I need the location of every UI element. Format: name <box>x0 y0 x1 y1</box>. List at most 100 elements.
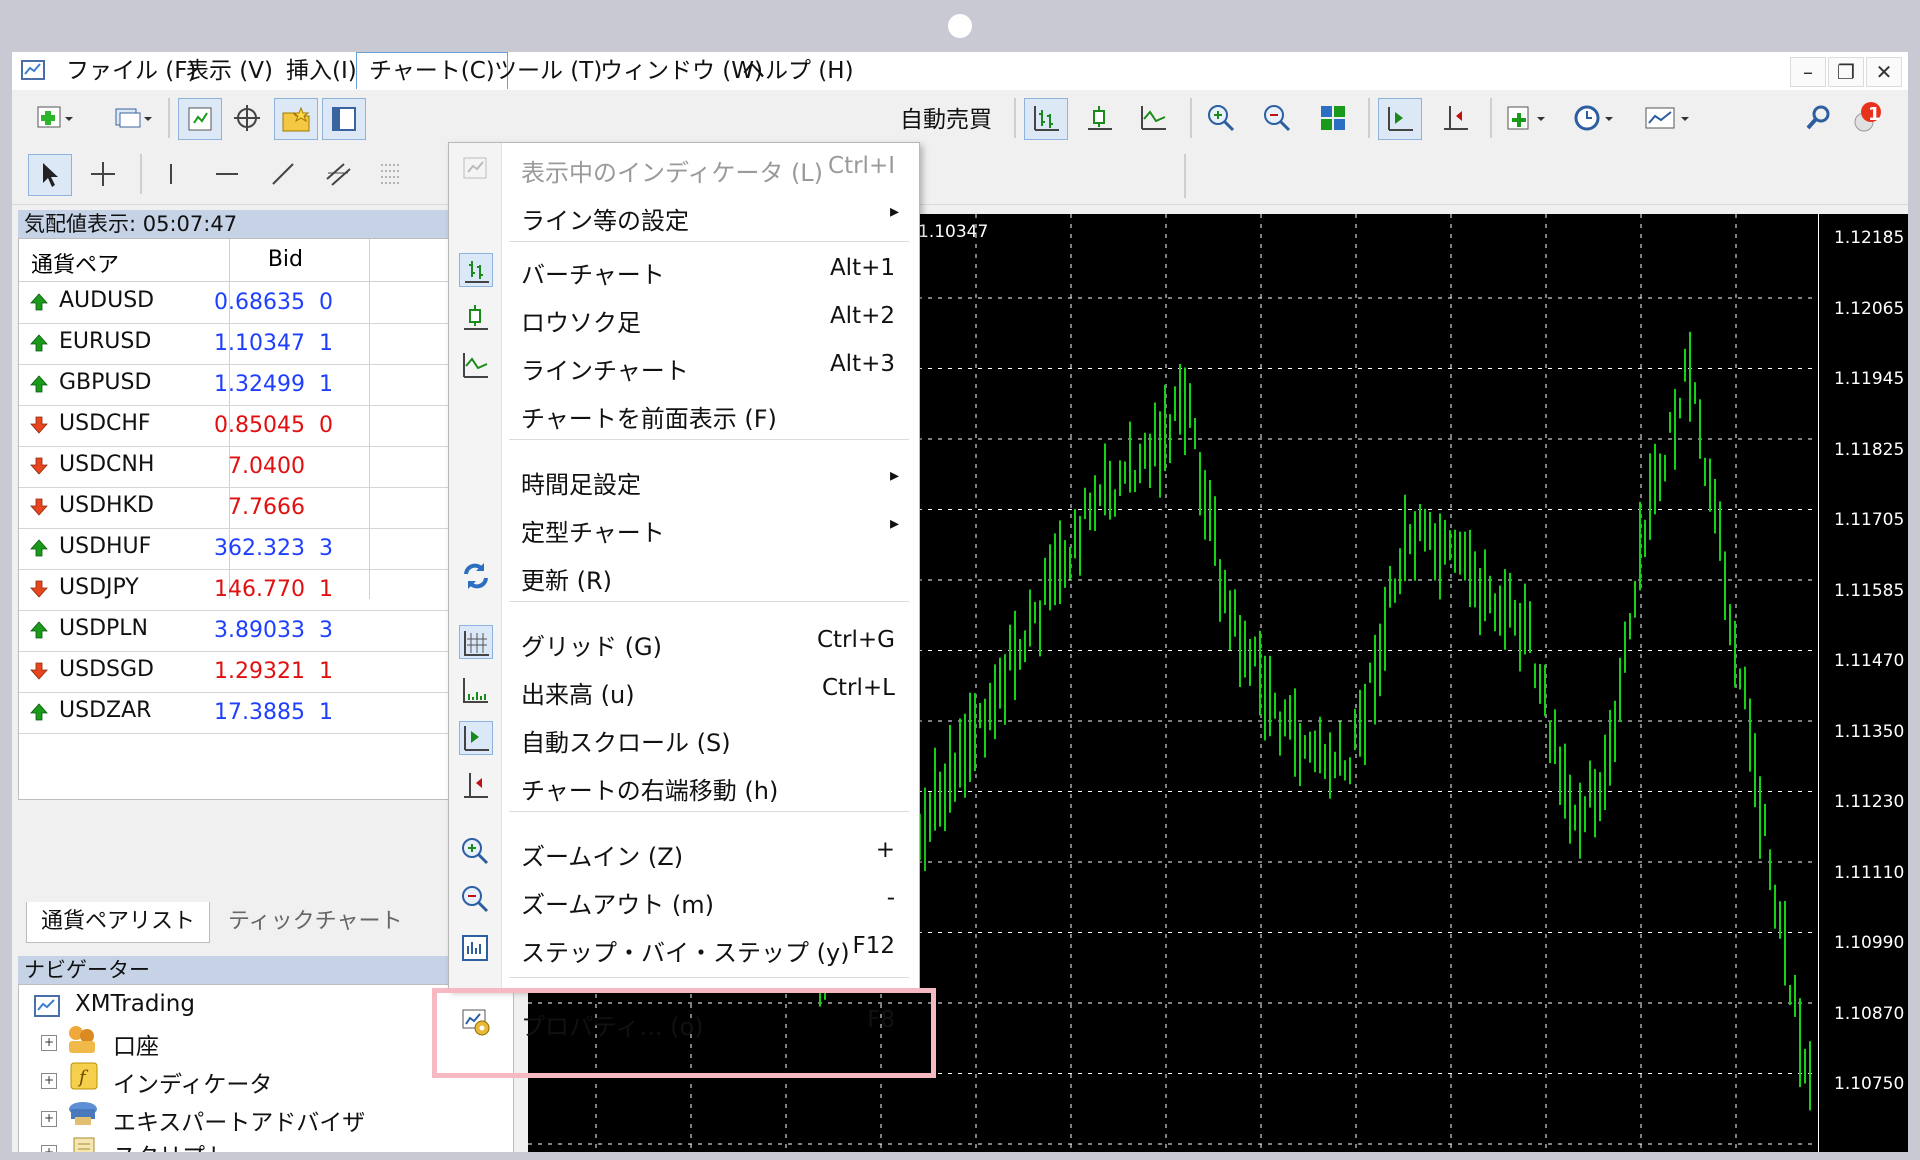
volume-icon <box>459 673 491 705</box>
toolbar-separator <box>1184 154 1186 198</box>
chart-shift-button[interactable] <box>1434 98 1476 138</box>
cursor-button[interactable] <box>28 154 72 196</box>
table-row[interactable]: USDJPY 146.770 1 <box>19 569 449 611</box>
restore-button[interactable]: ❐ <box>1828 57 1864 87</box>
navigator-toggle[interactable] <box>274 98 318 140</box>
table-row[interactable]: USDSGD 1.29321 1 <box>19 651 449 693</box>
horizontal-line-icon <box>216 173 238 175</box>
horizontal-line-button[interactable] <box>206 154 248 194</box>
nav-root-xmtrading[interactable]: XMTrading <box>75 991 195 1017</box>
menu-item-volumes[interactable]: 出来高 (u) Ctrl+L <box>449 667 919 713</box>
notifications-button[interactable]: 1 <box>1846 98 1888 138</box>
terminal-toggle[interactable] <box>322 98 366 140</box>
clock-icon <box>1574 105 1613 131</box>
expand-icon[interactable]: + <box>41 1145 57 1152</box>
expand-icon[interactable]: + <box>41 1035 57 1051</box>
refresh-icon <box>459 559 491 591</box>
submenu-arrow-icon: ▸ <box>889 201 899 222</box>
auto-trading-button[interactable]: 自動売買 <box>900 100 992 134</box>
nav-item-expert-advisors[interactable]: エキスパートアドバイザ <box>113 1103 365 1137</box>
close-button[interactable]: ✕ <box>1866 57 1902 87</box>
bar-chart-button[interactable] <box>1024 98 1068 140</box>
candle-chart-button[interactable] <box>1078 98 1120 138</box>
table-row[interactable]: USDHUF 362.323 3 <box>19 528 449 570</box>
col-symbol-header[interactable]: 通貨ペア <box>31 247 119 279</box>
expand-icon[interactable]: + <box>41 1073 57 1089</box>
scripts-icon <box>73 1137 95 1152</box>
tile-windows-button[interactable] <box>1312 98 1354 138</box>
market-watch-title: 気配値表示: 05:07:47 <box>18 210 448 238</box>
menu-item-foreground[interactable]: チャートを前面表示 (F) <box>449 391 919 437</box>
table-row[interactable]: EURUSD 1.10347 1 <box>19 323 449 365</box>
chart-menu-dropdown: 表示中のインディケータ (L) Ctrl+I ライン等の設定 ▸ バーチャート Alt+1… <box>448 142 920 1041</box>
table-row[interactable]: AUDUSD 0.68635 0 <box>19 282 449 324</box>
menu-item-label: ズームイン (Z) <box>521 843 684 871</box>
nav-item-indicators[interactable]: インディケータ <box>113 1065 272 1099</box>
table-row[interactable]: USDCHF 0.85045 0 <box>19 405 449 447</box>
fibonacci-icon <box>381 164 401 184</box>
menu-item-refresh[interactable]: 更新 (R) <box>449 553 919 599</box>
nav-item-accounts[interactable]: 口座 <box>113 1027 159 1061</box>
expand-icon[interactable]: + <box>41 1111 57 1127</box>
toolbar-separator <box>1490 98 1492 138</box>
trendline-button[interactable] <box>262 154 304 194</box>
menu-item-bar-chart[interactable]: バーチャート Alt+1 <box>449 247 919 293</box>
table-row[interactable]: USDHKD 7.7666 <box>19 487 449 529</box>
menu-item-shortcut: Ctrl+G <box>816 627 895 653</box>
menu-help[interactable]: ヘルプ (H) <box>730 52 866 90</box>
menu-item-label: ズームアウト (m) <box>521 891 715 919</box>
menu-item-label: チャートの右端移動 (h) <box>521 777 779 805</box>
new-chart-button[interactable] <box>30 98 80 138</box>
minimize-button[interactable]: – <box>1790 57 1826 87</box>
menu-item-candlesticks[interactable]: ロウソク足 Alt+2 <box>449 295 919 341</box>
menu-item-chart-shift[interactable]: チャートの右端移動 (h) <box>449 763 919 809</box>
menu-item-periodicity[interactable]: 時間足設定 ▸ <box>449 457 919 503</box>
menu-item-objects[interactable]: ライン等の設定 ▸ <box>449 193 919 239</box>
table-row[interactable]: GBPUSD 1.32499 1 <box>19 364 449 406</box>
tab-symbols[interactable]: 通貨ペアリスト <box>26 902 211 943</box>
navigator-icon <box>282 106 310 132</box>
zoom-in-button[interactable] <box>1200 98 1242 138</box>
market-watch-toggle[interactable] <box>178 98 222 140</box>
market-watch-header: 通貨ペア Bid <box>19 239 449 282</box>
menu-item-line-chart[interactable]: ラインチャート Alt+3 <box>449 343 919 389</box>
menu-item-template[interactable]: 定型チャート ▸ <box>449 505 919 551</box>
line-chart-button[interactable] <box>1132 98 1174 138</box>
menu-item-grid[interactable]: グリッド (G) Ctrl+G <box>449 619 919 665</box>
table-row[interactable]: USDZAR 17.3885 1 <box>19 692 449 734</box>
price-axis-label: 1.11470 <box>1834 651 1905 671</box>
table-row[interactable]: USDCNH 7.0400 <box>19 446 449 488</box>
nav-item-scripts[interactable]: スクリプト <box>113 1137 228 1152</box>
price-axis-label: 1.11705 <box>1834 510 1905 530</box>
bid-cell: 1.10347 <box>214 331 305 356</box>
table-row[interactable]: USDPLN 3.89033 3 <box>19 610 449 652</box>
chart-shift-icon <box>1444 106 1468 130</box>
periods-button[interactable] <box>1568 98 1622 138</box>
indicators-button[interactable] <box>1500 98 1554 138</box>
data-window-button[interactable] <box>226 98 268 138</box>
col-bid-header[interactable]: Bid <box>259 247 303 272</box>
crosshair-button[interactable] <box>82 154 124 194</box>
ask-cell: 1 <box>319 372 333 397</box>
menu-separator <box>509 977 909 978</box>
autoscroll-button[interactable] <box>1378 98 1422 140</box>
zoom-out-button[interactable] <box>1256 98 1298 138</box>
profiles-button[interactable] <box>108 98 158 138</box>
menu-item-auto-scroll[interactable]: 自動スクロール (S) <box>449 715 919 761</box>
bid-cell: 0.85045 <box>214 413 305 438</box>
equidistant-channel-button[interactable] <box>318 154 360 194</box>
templates-button[interactable] <box>1638 98 1696 138</box>
menu-item-step-by-step[interactable]: ステップ・バイ・ステップ (y) F12 <box>449 925 919 971</box>
menu-item-zoom-in[interactable]: ズームイン (Z) + <box>449 829 919 875</box>
menu-item-zoom-out[interactable]: ズームアウト (m) - <box>449 877 919 923</box>
tile-windows-icon <box>1321 106 1345 130</box>
tab-tick-chart[interactable]: ティックチャート <box>214 902 416 942</box>
menu-item-label: グリッド (G) <box>521 633 662 661</box>
search-button[interactable] <box>1798 98 1840 138</box>
symbol-cell: USDJPY <box>59 575 139 600</box>
menu-view[interactable]: 表示 (V) <box>174 52 285 90</box>
fibonacci-button[interactable] <box>376 154 406 194</box>
menu-item-shortcut: Ctrl+L <box>821 675 895 701</box>
menu-insert[interactable]: 挿入(I) <box>274 52 369 90</box>
vertical-line-button[interactable] <box>150 154 192 194</box>
